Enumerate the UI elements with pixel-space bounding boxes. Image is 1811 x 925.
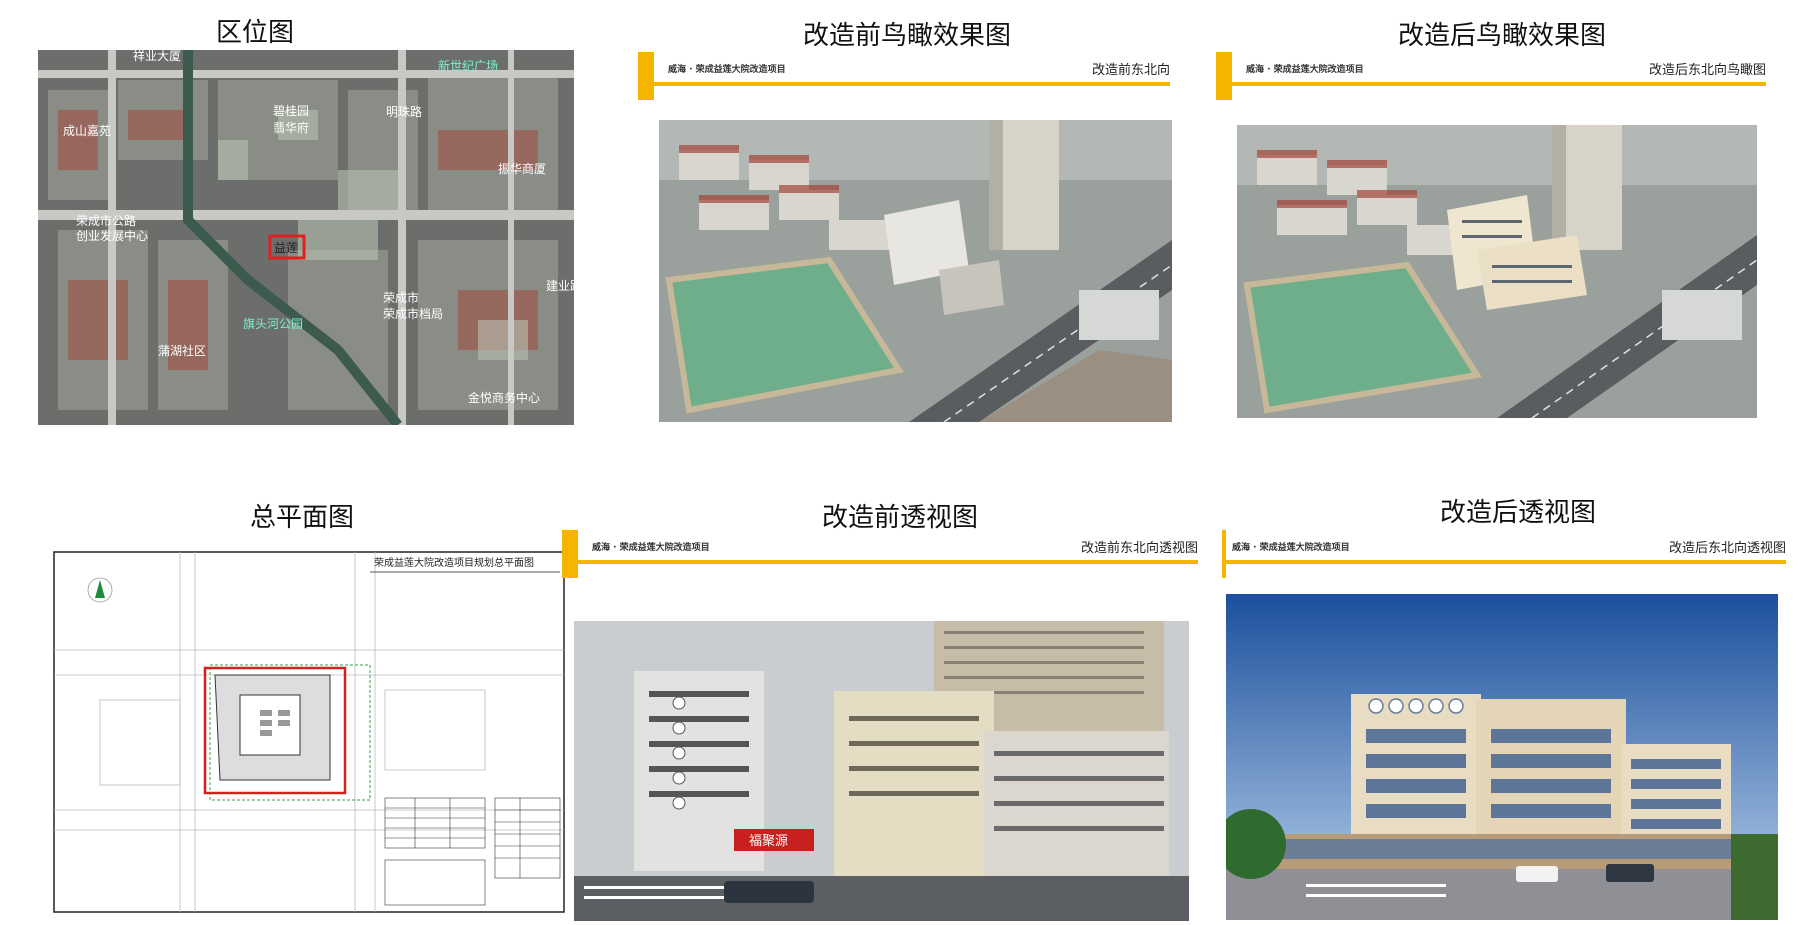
svg-text:荣成市公路: 荣成市公路 (76, 213, 136, 228)
header-rule (1226, 560, 1786, 564)
view-direction: 改造前东北向 (1091, 63, 1170, 78)
after-aerial-title: 改造后鸟瞰效果图 (1398, 21, 1607, 51)
svg-text:荣成市: 荣成市 (383, 290, 419, 305)
before-perspective-header: 威海 · 荣成益莲大院改造项目 改造前东北向透视图 (562, 530, 1198, 580)
svg-text:明珠路: 明珠路 (386, 104, 422, 119)
svg-text:建业路: 建业路 (546, 278, 574, 293)
header-accent-block (1216, 52, 1232, 100)
header-accent-block (1222, 530, 1226, 578)
before-aerial-title: 改造前鸟瞰效果图 (803, 21, 1012, 51)
view-direction: 改造后东北向鸟瞰图 (1648, 63, 1766, 78)
project-name: 威海 · 荣成益莲大院改造项目 (1246, 65, 1364, 75)
svg-text:祥业大厦: 祥业大厦 (133, 50, 181, 63)
header-rule (1232, 82, 1766, 86)
after-aerial-render (1237, 125, 1757, 418)
site-plan-title: 总平面图 (250, 503, 355, 533)
svg-text:荣成市档局: 荣成市档局 (383, 306, 443, 321)
after-aerial-header: 威海 · 荣成益莲大院改造项目 改造后东北向鸟瞰图 (1216, 52, 1766, 102)
after-perspective-title: 改造后透视图 (1440, 498, 1597, 528)
header-accent-block (562, 530, 578, 578)
location-satellite-map: 祥业大厦 新世纪广场 碧桂园 翡华府 明珠路 振华商厦 成山嘉苑 荣成市公路 创… (38, 50, 574, 425)
header-rule (654, 82, 1170, 86)
before-aerial-photo (659, 120, 1172, 422)
svg-text:金悦商务中心: 金悦商务中心 (468, 390, 540, 405)
location-map-title: 区位图 (216, 18, 295, 48)
view-direction: 改造前东北向透视图 (1080, 541, 1198, 556)
svg-text:碧桂园: 碧桂园 (273, 103, 309, 118)
before-perspective-title: 改造前透视图 (822, 503, 979, 533)
after-street-render (1226, 594, 1778, 920)
header-rule (578, 560, 1198, 564)
site-plan-drawing: 荣成益莲大院改造项目规划总平面图 (30, 540, 570, 920)
before-street-photo: 福聚源 (574, 621, 1189, 921)
svg-text:成山嘉苑: 成山嘉苑 (63, 124, 111, 138)
project-name: 威海 · 荣成益莲大院改造项目 (1232, 543, 1350, 553)
header-accent-block (638, 52, 654, 100)
project-name: 威海 · 荣成益莲大院改造项目 (668, 65, 786, 75)
svg-text:福聚源: 福聚源 (749, 834, 788, 849)
svg-text:创业发展中心: 创业发展中心 (76, 228, 148, 243)
svg-text:蒲湖社区: 蒲湖社区 (158, 343, 206, 358)
svg-text:旗头河公园: 旗头河公园 (243, 316, 303, 331)
svg-text:荣成益莲大院改造项目规划总平面图: 荣成益莲大院改造项目规划总平面图 (374, 556, 534, 569)
svg-text:翡华府: 翡华府 (273, 120, 309, 135)
svg-text:新世纪广场: 新世纪广场 (438, 58, 498, 73)
after-perspective-header: 威海 · 荣成益莲大院改造项目 改造后东北向透视图 (1222, 530, 1786, 580)
before-aerial-header: 威海 · 荣成益莲大院改造项目 改造前东北向 (638, 52, 1170, 102)
svg-text:益莲: 益莲 (274, 241, 298, 255)
view-direction: 改造后东北向透视图 (1668, 541, 1786, 556)
svg-text:振华商厦: 振华商厦 (498, 161, 546, 176)
project-name: 威海 · 荣成益莲大院改造项目 (592, 543, 710, 553)
